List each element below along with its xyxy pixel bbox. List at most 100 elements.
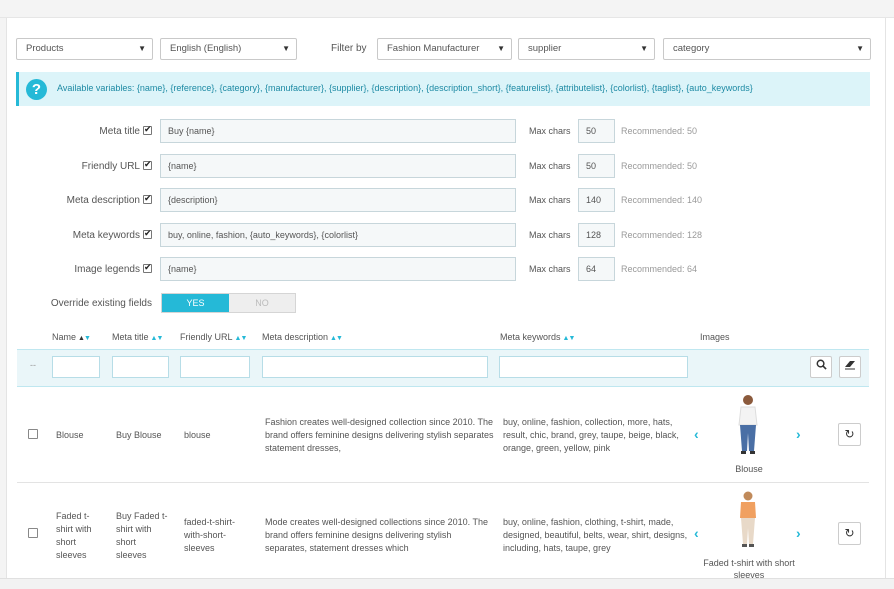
- row-meta-keywords: buy, online, fashion, collection, more, …: [503, 417, 679, 453]
- sort-icon[interactable]: ▲▼: [563, 335, 576, 342]
- image-caption: Blouse: [735, 464, 763, 474]
- row-checkbox[interactable]: [28, 429, 38, 439]
- meta-title-max-label: Max chars: [529, 126, 571, 136]
- window-top-bar: [0, 0, 894, 18]
- meta-keywords-recommended: Recommended: 128: [621, 230, 703, 240]
- header-name[interactable]: Name ▲▼: [52, 332, 91, 342]
- friendly-url-input[interactable]: {name}: [160, 154, 516, 178]
- meta-description-input[interactable]: {description}: [160, 188, 516, 212]
- refresh-icon: ↻: [844, 526, 855, 540]
- variables-alert: ? Available variables: {name}, {referenc…: [16, 72, 870, 106]
- filter-name-input[interactable]: [52, 356, 100, 378]
- row-meta-title: Buy Faded t-shirt with short sleeves: [116, 511, 168, 560]
- row-divider: [17, 482, 869, 483]
- friendly-url-label: Friendly URL: [81, 159, 152, 172]
- image-legends-label: Image legends: [74, 262, 152, 275]
- image-prev-icon[interactable]: ‹: [694, 426, 699, 442]
- supplier-select[interactable]: supplier ▼: [518, 38, 655, 60]
- override-yes[interactable]: YES: [162, 294, 229, 312]
- header-meta-keywords-text: Meta keywords: [500, 332, 561, 342]
- chevron-down-icon: ▼: [640, 44, 648, 53]
- entity-select[interactable]: Products ▼: [16, 38, 153, 60]
- row-meta-title: Buy Blouse: [116, 430, 162, 440]
- eraser-icon: [845, 361, 855, 370]
- entity-select-value: Products: [26, 43, 64, 54]
- row-checkbox[interactable]: [28, 528, 38, 538]
- filter-meta-title-input[interactable]: [112, 356, 169, 378]
- meta-title-label: Meta title: [99, 124, 152, 137]
- meta-title-input[interactable]: Buy {name}: [160, 119, 516, 143]
- category-select[interactable]: category ▼: [663, 38, 871, 60]
- meta-keywords-checkbox[interactable]: [143, 228, 152, 239]
- meta-keywords-max-input[interactable]: 128: [578, 223, 615, 247]
- language-select-value: English (English): [170, 43, 242, 54]
- row-meta-description: Mode creates well-designed collections s…: [265, 517, 488, 553]
- chevron-down-icon: ▼: [138, 44, 146, 53]
- manufacturer-select[interactable]: Fashion Manufacturer ▼: [377, 38, 512, 60]
- meta-description-label-text: Meta description: [66, 195, 140, 206]
- meta-description-max-label: Max chars: [529, 195, 571, 205]
- row-meta-keywords: buy, online, fashion, clothing, t-shirt,…: [503, 517, 688, 553]
- search-icon: [816, 359, 827, 370]
- friendly-url-max-input[interactable]: 50: [578, 154, 615, 178]
- image-prev-icon[interactable]: ‹: [694, 525, 699, 541]
- sort-icon[interactable]: ▲▼: [330, 335, 343, 342]
- meta-title-checkbox[interactable]: [143, 124, 152, 135]
- meta-keywords-input[interactable]: buy, online, fashion, {auto_keywords}, {…: [160, 223, 516, 247]
- variables-text: Available variables: {name}, {reference}…: [57, 83, 753, 93]
- image-legends-recommended: Recommended: 64: [621, 264, 698, 274]
- image-legends-checkbox[interactable]: [143, 262, 152, 273]
- filter-meta-keywords-input[interactable]: [499, 356, 688, 378]
- refresh-button[interactable]: ↻: [838, 423, 861, 446]
- search-button[interactable]: [810, 356, 832, 378]
- supplier-select-value: supplier: [528, 43, 562, 54]
- manufacturer-select-value: Fashion Manufacturer: [387, 43, 480, 54]
- meta-description-max-input[interactable]: 140: [578, 188, 615, 212]
- image-legends-max-input[interactable]: 64: [578, 257, 615, 281]
- product-image-faded-tshirt: [740, 491, 756, 547]
- meta-description-recommended: Recommended: 140: [621, 195, 703, 205]
- category-select-value: category: [673, 43, 710, 54]
- header-meta-description[interactable]: Meta description ▲▼: [262, 332, 343, 342]
- header-meta-title[interactable]: Meta title ▲▼: [112, 332, 164, 342]
- reset-filter-button[interactable]: [839, 356, 861, 378]
- meta-keywords-max-label: Max chars: [529, 230, 571, 240]
- filter-by-label: Filter by: [331, 43, 367, 54]
- friendly-url-max-label: Max chars: [529, 161, 571, 171]
- sort-icon[interactable]: ▲▼: [235, 335, 248, 342]
- header-meta-keywords[interactable]: Meta keywords ▲▼: [500, 332, 576, 342]
- sort-icon[interactable]: ▲▼: [151, 335, 164, 342]
- chevron-down-icon: ▼: [497, 44, 505, 53]
- friendly-url-label-text: Friendly URL: [81, 161, 140, 172]
- image-caption: Faded t-shirt with short sleeves: [703, 558, 795, 578]
- image-legends-input[interactable]: {name}: [160, 257, 516, 281]
- header-friendly-url-text: Friendly URL: [180, 332, 233, 342]
- override-no[interactable]: NO: [229, 294, 295, 312]
- meta-title-label-text: Meta title: [99, 126, 140, 137]
- product-image-blouse: [738, 395, 758, 454]
- meta-description-label: Meta description: [66, 193, 152, 206]
- header-friendly-url[interactable]: Friendly URL ▲▼: [180, 332, 248, 342]
- help-icon: ?: [26, 79, 47, 100]
- friendly-url-recommended: Recommended: 50: [621, 161, 698, 171]
- meta-title-max-input[interactable]: 50: [578, 119, 615, 143]
- header-name-text: Name: [52, 332, 77, 342]
- chevron-down-icon: ▼: [282, 44, 290, 53]
- row-meta-description: Fashion creates well-designed collection…: [265, 417, 494, 453]
- override-label: Override existing fields: [50, 298, 152, 309]
- sort-icon[interactable]: ▲▼: [78, 335, 91, 342]
- override-toggle[interactable]: YES NO: [161, 293, 296, 313]
- refresh-button[interactable]: ↻: [838, 522, 861, 545]
- window-bottom-bar: [0, 578, 894, 589]
- header-images: Images: [700, 332, 730, 342]
- image-next-icon[interactable]: ›: [796, 426, 801, 442]
- image-next-icon[interactable]: ›: [796, 525, 801, 541]
- meta-description-checkbox[interactable]: [143, 193, 152, 204]
- language-select[interactable]: English (English) ▼: [160, 38, 297, 60]
- row-name: Faded t-shirt with short sleeves: [56, 511, 92, 560]
- filter-friendly-url-input[interactable]: [180, 356, 250, 378]
- chevron-down-icon: ▼: [856, 44, 864, 53]
- friendly-url-checkbox[interactable]: [143, 159, 152, 170]
- filter-meta-description-input[interactable]: [262, 356, 488, 378]
- filter-dash: --: [30, 360, 36, 370]
